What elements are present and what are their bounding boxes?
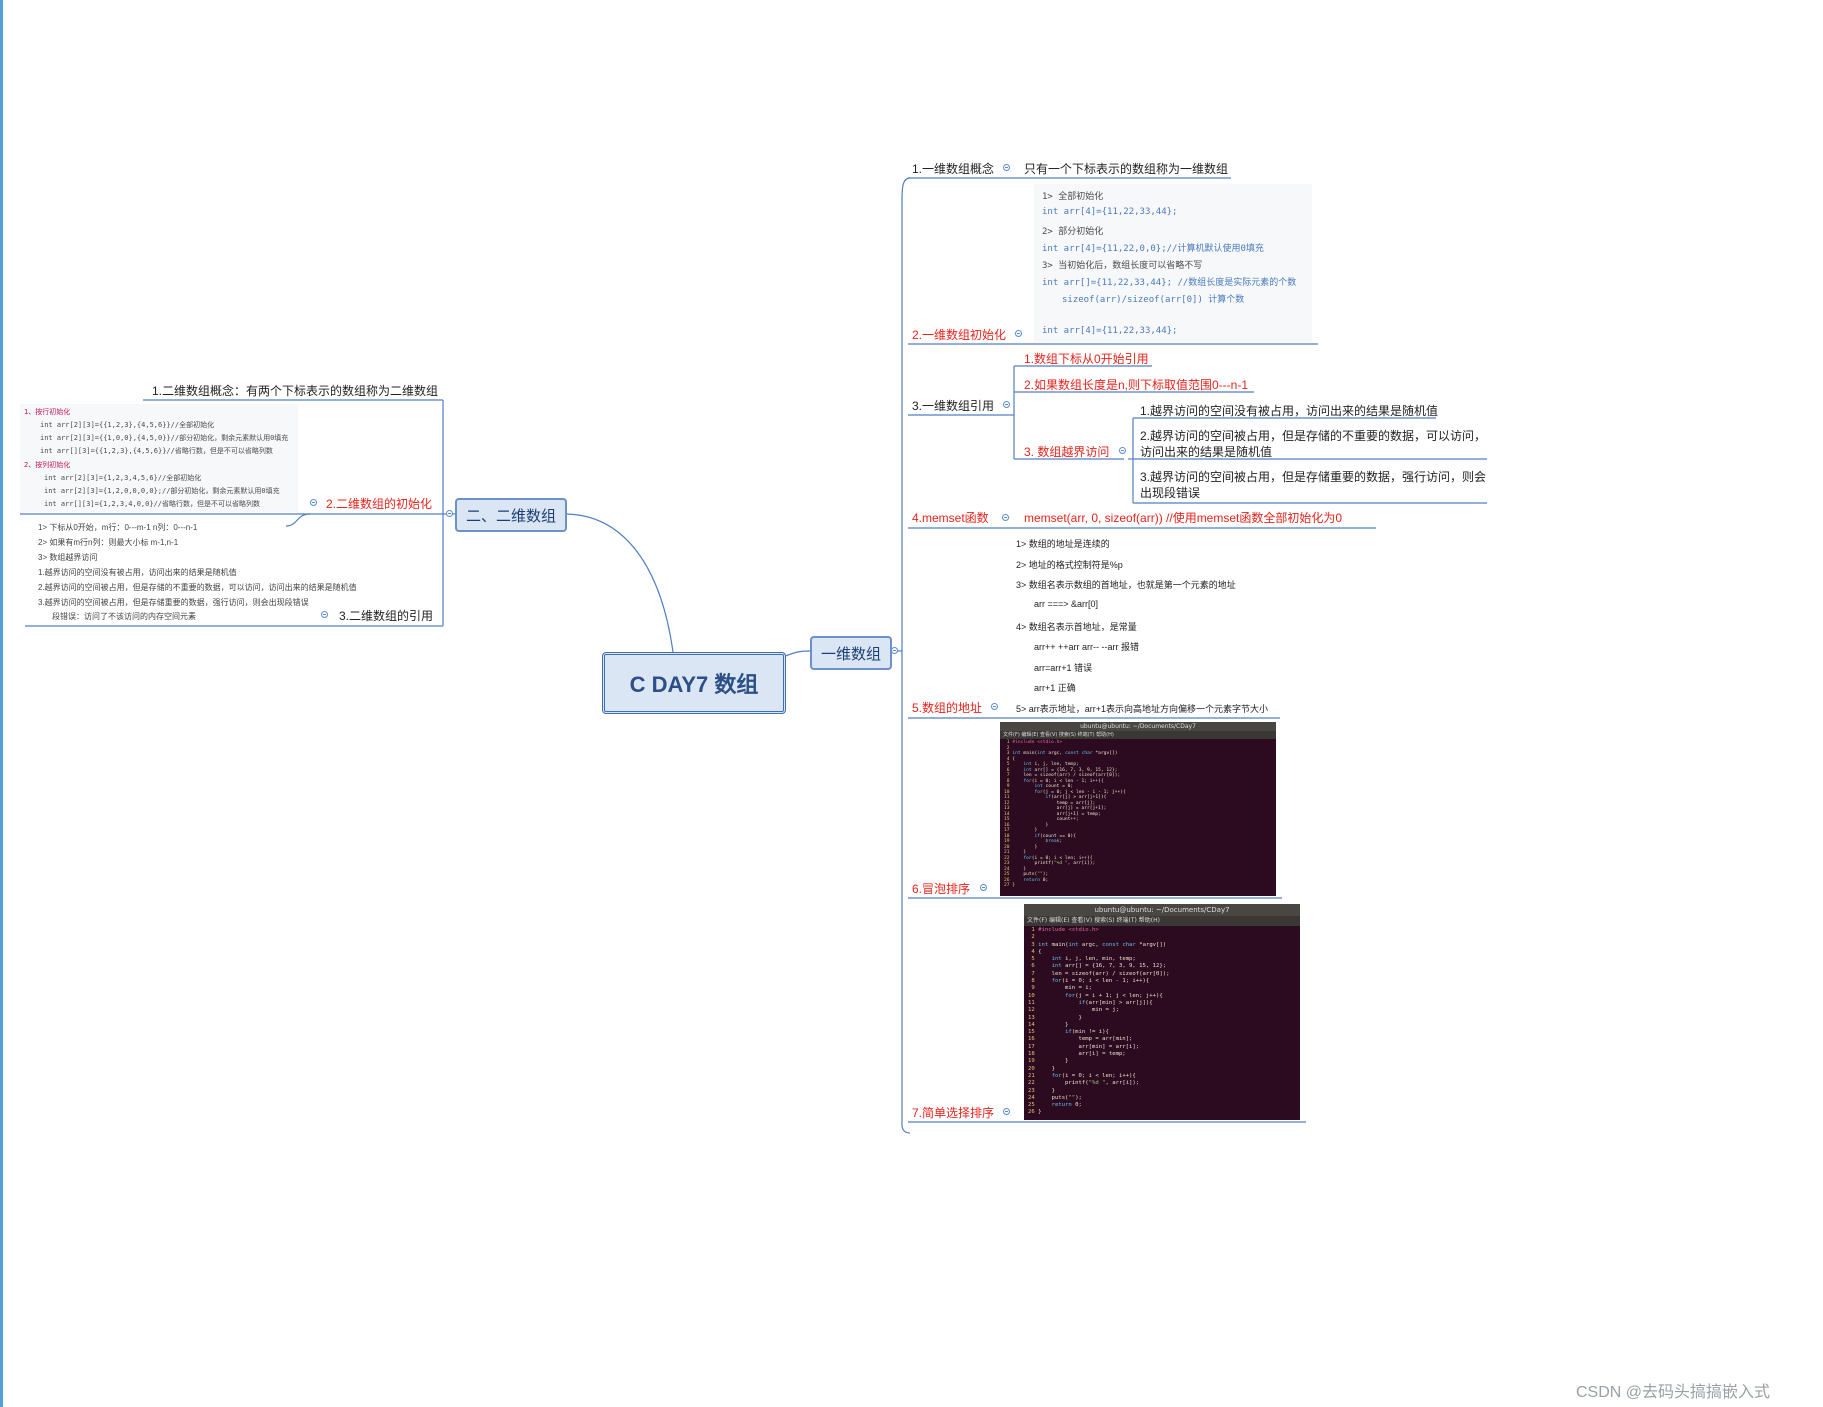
2d-init-code-panel: 1、按行初始化 int arr[2][3]={{1,2,3},{4,5,6}}/… [20,404,298,512]
selection-sort-title[interactable]: 7.简单选择排序 [912,1104,994,1121]
oob-item: 出现段错误 [1140,486,1201,500]
bubble-sort-code: 1 #include <stdio.h> 2 3 int main(int ar… [1004,740,1126,888]
collapse-toggle-address[interactable] [991,703,998,710]
2d-ref-line: 2> 如果有m行n列：则最大小标 m-1,n-1 [38,538,179,547]
1d-concept-text: 只有一个下标表示的数组称为一维数组 [1024,162,1229,176]
2d-concept-text: 1.二维数组概念：有两个下标表示的数组称为二维数组 [152,384,439,398]
address-title[interactable]: 5.数组的地址 [912,699,982,716]
memset-text: memset(arr, 0, sizeof(arr)) //使用memset函数… [1024,511,1343,525]
1d-init-line: sizeof(arr)/sizeof(arr[0]) 计算个数 [1062,295,1245,305]
2d-ref-line: 2.越界访问的空间被占用，但是存储的不重要的数据，可以访问，访问出来的结果是随机… [38,583,357,592]
address-line: arr=arr+1 错误 [1034,663,1093,673]
collapse-toggle-select[interactable] [1003,1108,1010,1115]
bubble-terminal-menubar: 文件(F) 编辑(E) 查看(V) 搜索(S) 终端(T) 帮助(H) [1000,731,1276,739]
selection-sort-terminal: ubuntu@ubuntu: ~/Documents/CDay7 文件(F) 编… [1024,904,1300,1120]
address-line: arr+1 正确 [1034,683,1076,693]
bubble-sort-title[interactable]: 6.冒泡排序 [912,880,970,897]
2d-init-line: int arr[2][3]={1,2,3,4,5,6}//全部初始化 [44,474,202,482]
bubble-terminal-titlebar: ubuntu@ubuntu: ~/Documents/CDay7 [1000,722,1276,731]
2d-ref-line: 3.越界访问的空间被占用，但是存储重要的数据，强行访问，则会出现段错误 [38,598,309,607]
topic-1d-array-label: 一维数组 [820,645,881,663]
selection-sort-code: 1 #include <stdio.h> 2 3 int main(int ar… [1028,927,1170,1116]
collapse-toggle-1d-ref[interactable] [1003,401,1010,408]
1d-init-line: int arr[4]={11,22,33,44}; [1042,326,1178,336]
oob-item: 3.越界访问的空间被占用，但是存储重要的数据，强行访问，则会 [1140,470,1487,484]
collapse-toggle-root-right[interactable] [891,647,898,654]
2d-init-line: int arr[2][3]={{1,0,0},{4,5,0}}//部分初始化，剩… [40,434,289,442]
select-terminal-titlebar: ubuntu@ubuntu: ~/Documents/CDay7 [1024,904,1300,916]
address-line: arr ===> &arr[0] [1034,599,1099,609]
address-line: 4> 数组名表示首地址，是常量 [1016,622,1137,632]
memset-title[interactable]: 4.memset函数 [912,509,989,526]
1d-init-title[interactable]: 2.一维数组初始化 [912,326,1006,343]
2d-init-line: int arr[2][3]={{1,2,3},{4,5,6}}//全部初始化 [40,421,215,429]
bubble-sort-terminal: ubuntu@ubuntu: ~/Documents/CDay7 文件(F) 编… [1000,722,1276,896]
2d-init-line: 2、按列初始化 [24,461,71,469]
1d-init-code-panel: 1> 全部初始化 int arr[4]={11,22,33,44}; 2> 部分… [1034,184,1312,342]
watermark: CSDN @去码头搞搞嵌入式 [1576,1384,1771,1401]
address-line: 5> arr表示地址，arr+1表示向高地址方向偏移一个元素字节大小 [1016,704,1269,714]
topic-2d-array-label: 二、二维数组 [465,507,556,525]
oob-title[interactable]: 3. 数组越界访问 [1024,443,1109,460]
2d-init-line: 1、按行初始化 [24,408,71,416]
2d-ref-line: 段错误：访问了不该访问的内存空间元素 [52,612,196,621]
address-line: 1> 数组的地址是连续的 [1016,539,1110,549]
root-topic[interactable]: C DAY7 数组 [602,652,786,714]
collapse-toggle-memset[interactable] [1002,514,1009,521]
1d-ref-item: 2.如果数组长度是n,则下标取值范围0---n-1 [1024,378,1249,392]
root-topic-label: C DAY7 数组 [629,672,759,697]
oob-item: 访问出来的结果是随机值 [1140,445,1273,459]
collapse-toggle-oob[interactable] [1119,447,1126,454]
address-line: 3> 数组名表示数组的首地址，也就是第一个元素的地址 [1016,580,1236,590]
topic-2d-array[interactable]: 二、二维数组 [455,498,567,532]
1d-init-line: 3> 当初始化后，数组长度可以省略不写 [1042,261,1203,271]
1d-init-line: int arr[4]={11,22,0,0};//计算机默认使用0填充 [1042,244,1264,254]
collapse-toggle-bubble[interactable] [980,884,987,891]
2d-ref-line: 1> 下标从0开始，m行：0---m-1 n列：0---n-1 [38,523,198,532]
collapse-toggle-1d-init[interactable] [1015,330,1022,337]
1d-init-line: int arr[4]={11,22,33,44}; [1042,207,1178,217]
1d-init-line: 1> 全部初始化 [1042,192,1104,202]
2d-ref-title[interactable]: 3.二维数组的引用 [339,607,433,624]
2d-ref-line: 1.越界访问的空间没有被占用，访问出来的结果是随机值 [38,568,237,577]
1d-init-line: 2> 部分初始化 [1042,227,1104,237]
1d-ref-item: 1.数组下标从0开始引用 [1024,352,1149,366]
2d-init-line: int arr[][3]={1,2,3,4,0,0}//省略行数，但是不可以省略… [44,500,261,508]
topic-1d-array[interactable]: 一维数组 [810,636,892,670]
collapse-toggle-left-branch[interactable] [446,510,453,517]
1d-init-line: int arr[]={11,22,33,44}; //数组长度是实际元素的个数 [1042,278,1297,288]
oob-item: 2.越界访问的空间被占用，但是存储的不重要的数据，可以访问， [1140,429,1487,443]
collapse-toggle-1d-concept[interactable] [1003,164,1010,171]
address-line: arr++ ++arr arr-- --arr 报错 [1034,642,1140,652]
2d-init-line: int arr[][3]={{1,2,3},{4,5,6}}//省略行数，但是不… [40,447,273,455]
1d-concept-title[interactable]: 1.一维数组概念 [912,160,994,177]
2d-ref-line: 3> 数组越界访问 [38,553,98,562]
collapse-toggle-2d-init[interactable] [310,499,317,506]
collapse-toggle-2d-ref[interactable] [321,611,328,618]
2d-init-line: int arr[2][3]={1,2,0,0,0,0};//部分初始化，剩余元素… [44,487,280,495]
oob-item: 1.越界访问的空间没有被占用，访问出来的结果是随机值 [1140,404,1439,418]
2d-init-title[interactable]: 2.二维数组的初始化 [326,495,432,512]
select-terminal-menubar: 文件(F) 编辑(E) 查看(V) 搜索(S) 终端(T) 帮助(H) [1024,916,1300,926]
1d-ref-title[interactable]: 3.一维数组引用 [912,397,994,414]
address-line: 2> 地址的格式控制符是%p [1016,560,1123,570]
